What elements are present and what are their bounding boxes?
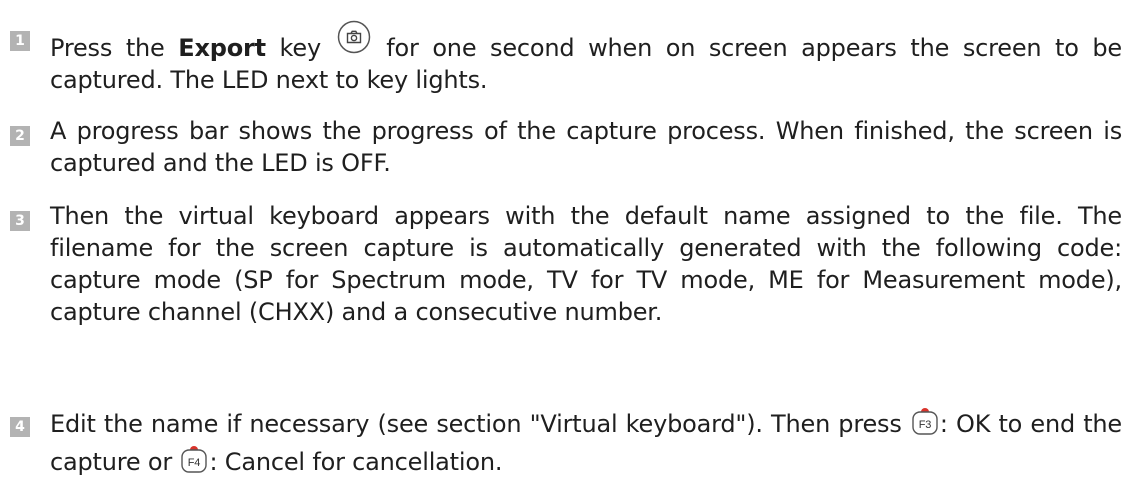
document: 1 Press the Export key for one second wh… bbox=[0, 0, 1133, 493]
step-number: 3 bbox=[10, 211, 30, 231]
svg-text:F3: F3 bbox=[919, 419, 932, 431]
step-text: Then the virtual keyboard appears with t… bbox=[50, 202, 1122, 326]
f4-key-icon: F4 bbox=[181, 444, 208, 482]
svg-text:F4: F4 bbox=[188, 457, 201, 469]
camera-key-icon bbox=[337, 20, 371, 62]
step-text-part: : Cancel for cancellation. bbox=[209, 448, 503, 476]
step-number: 1 bbox=[10, 31, 30, 51]
step-number: 4 bbox=[10, 417, 30, 437]
step-text: A progress bar shows the progress of the… bbox=[50, 117, 1122, 177]
step-text-part: Press the bbox=[50, 34, 179, 62]
step-text-part: key bbox=[265, 34, 335, 62]
step-text-part: Edit the name if necessary (see section … bbox=[50, 410, 910, 438]
step-text: Press the Export key for one second when… bbox=[50, 20, 1122, 96]
step-number: 2 bbox=[10, 126, 30, 146]
f3-key-icon: F3 bbox=[912, 406, 938, 444]
export-key-label: Export bbox=[178, 34, 266, 62]
step-text: Edit the name if necessary (see section … bbox=[50, 406, 1122, 482]
